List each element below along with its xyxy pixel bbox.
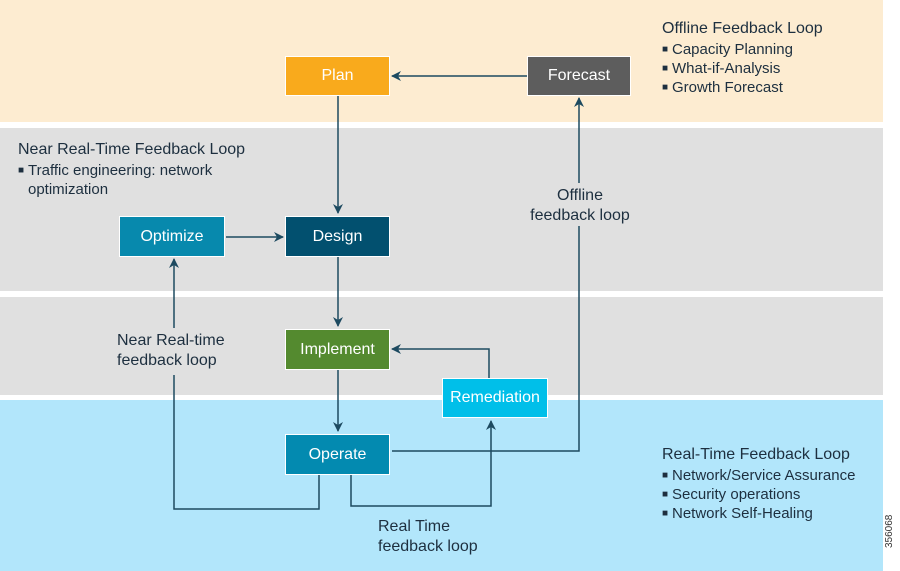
bullet-icon: ■ <box>662 489 669 500</box>
offline-panel-item-text: What-if-Analysis <box>672 60 781 77</box>
bullet-icon: ■ <box>662 508 669 519</box>
offline-panel-item: ■ What-if-Analysis <box>662 59 823 78</box>
remediation-node: Remediation <box>442 378 548 418</box>
near-real-time-panel-item-text: optimization <box>28 181 109 198</box>
design-node: Design <box>285 216 390 257</box>
forecast-node: Forecast <box>527 56 631 96</box>
plan-node: Plan <box>285 56 390 96</box>
real-time-loop-label-line1: Real Time <box>378 518 451 535</box>
operate-node: Operate <box>285 434 390 475</box>
offline-panel-item-text: Growth Forecast <box>672 79 783 96</box>
optimize-node: Optimize <box>119 216 225 257</box>
near-real-time-panel-item-text: Traffic engineering: network <box>28 162 213 179</box>
figure-id: 356068 <box>884 514 895 548</box>
real-time-loop-label: Real Time feedback loop <box>378 517 478 557</box>
near-real-time-panel-item-cont: optimization <box>18 180 245 199</box>
real-time-panel-item-text: Network Self-Healing <box>672 505 813 522</box>
real-time-panel-item-text: Network/Service Assurance <box>672 467 856 484</box>
bullet-icon: ■ <box>662 44 669 55</box>
real-time-panel: Real-Time Feedback Loop ■ Network/Service… <box>662 445 855 523</box>
bullet-icon: ■ <box>662 82 669 93</box>
implement-node: Implement <box>285 329 390 370</box>
offline-panel: Offline Feedback Loop ■ Capacity Planning… <box>662 19 823 97</box>
offline-panel-item: ■ Growth Forecast <box>662 78 823 97</box>
real-time-loop-label-line2: feedback loop <box>378 538 478 555</box>
bullet-icon: ■ <box>18 165 25 176</box>
offline-panel-title: Offline Feedback Loop <box>662 20 823 37</box>
real-time-panel-item: ■ Network Self-Healing <box>662 504 855 523</box>
bullet-icon: ■ <box>662 470 669 481</box>
real-time-panel-item: ■ Security operations <box>662 485 855 504</box>
near-real-time-panel-item: ■ Traffic engineering: network <box>18 161 245 180</box>
near-real-time-loop-label-line2: feedback loop <box>117 352 217 369</box>
real-time-panel-item: ■ Network/Service Assurance <box>662 466 855 485</box>
offline-panel-item: ■ Capacity Planning <box>662 40 823 59</box>
real-time-panel-title: Real-Time Feedback Loop <box>662 446 850 463</box>
real-time-panel-item-text: Security operations <box>672 486 801 503</box>
near-real-time-loop-label: Near Real-time feedback loop <box>117 331 225 371</box>
arrow-remediation-to-implement <box>391 344 490 378</box>
offline-loop-label-line2: feedback loop <box>530 207 630 224</box>
offline-panel-item-text: Capacity Planning <box>672 41 793 58</box>
offline-loop-label-line1: Offline <box>557 187 603 204</box>
bullet-icon: ■ <box>662 63 669 74</box>
near-real-time-panel-title: Near Real-Time Feedback Loop <box>18 141 246 158</box>
bullet-spacer <box>18 180 28 199</box>
near-real-time-loop-label-line1: Near Real-time <box>117 332 225 349</box>
near-real-time-panel: Near Real-Time Feedback Loop ■ Traffic en… <box>18 140 245 199</box>
offline-loop-label: Offline feedback loop <box>520 186 640 226</box>
